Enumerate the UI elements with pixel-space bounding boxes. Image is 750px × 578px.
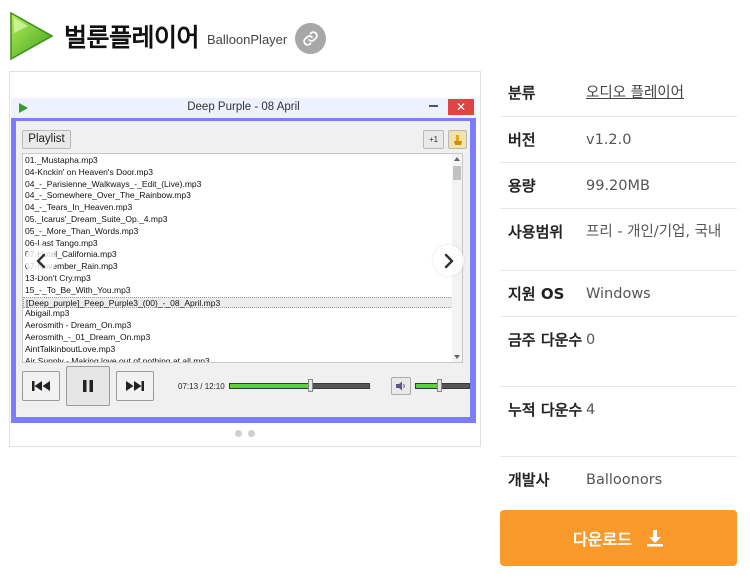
playlist-item[interactable]: 07-November_Rain.mp3: [23, 261, 453, 273]
open-folder-button[interactable]: [448, 130, 467, 149]
pause-button[interactable]: [66, 366, 110, 406]
pause-icon: [83, 380, 93, 392]
info-label: 분류: [508, 84, 536, 102]
app-title: 벌룬플레이어: [64, 23, 200, 52]
playlist-item[interactable]: 05._Icarus'_Dream_Suite_Op._4.mp3: [23, 214, 453, 226]
screenshot-gallery: Deep Purple - 08 April ✕ Playlist +1 01.…: [9, 71, 481, 447]
info-label: 개발사: [508, 471, 550, 489]
info-value: Balloonors: [586, 472, 663, 488]
player-titlebar: Deep Purple - 08 April ✕: [11, 98, 476, 118]
info-row: 용량 99.20MB: [500, 163, 737, 209]
skip-previous-icon: [32, 381, 50, 391]
player-client-area: Playlist +1 01._Mustapha.mp3 04-Knckin' o…: [16, 121, 470, 417]
gallery-dot[interactable]: [235, 430, 242, 437]
info-value: Windows: [586, 286, 651, 302]
volume-slider-thumb[interactable]: [436, 379, 442, 392]
playlist-item[interactable]: 13-Don't Cry.mp3: [23, 273, 453, 285]
info-value: 99.20MB: [586, 178, 650, 194]
download-label: 다운로드: [573, 530, 632, 549]
app-subtitle: BalloonPlayer: [207, 32, 288, 47]
gallery-pagination: [10, 430, 480, 437]
playlist-item[interactable]: 04-Knckin' on Heaven's Door.mp3: [23, 167, 453, 179]
chevron-left-icon: [36, 253, 45, 268]
playlist-item[interactable]: AintTalkinboutLove.mp3: [23, 344, 453, 356]
previous-track-button[interactable]: [22, 371, 60, 401]
playlist-item[interactable]: 04_-_Parisienne_Walkways_-_Edit_(Live).m…: [23, 179, 453, 191]
seek-slider[interactable]: [229, 379, 370, 392]
playlist-item[interactable]: 15_-_To_Be_With_You.mp3: [23, 285, 453, 297]
playlist-item[interactable]: 05_-_More_Than_Words.mp3: [23, 226, 453, 238]
info-value: v1.2.0: [586, 132, 632, 148]
next-track-button[interactable]: [116, 371, 154, 401]
playlist-item[interactable]: 04_-_Tears_In_Heaven.mp3: [23, 202, 453, 214]
scroll-down-icon[interactable]: [454, 355, 460, 359]
player-window: Deep Purple - 08 April ✕ Playlist +1 01.…: [11, 98, 476, 423]
playlist-item[interactable]: Air Supply - Making love out of nothing …: [23, 356, 453, 362]
gallery-prev-button[interactable]: [25, 245, 56, 276]
playlist-item[interactable]: Aerosmith - Dream_On.mp3: [23, 320, 453, 332]
playlist-item[interactable]: Abigail.mp3: [23, 308, 453, 320]
chevron-right-icon: [444, 253, 453, 268]
info-label: 사용범위: [508, 223, 564, 241]
playlist-item[interactable]: 07-Hotel_California.mp3: [23, 249, 453, 261]
playlist-item[interactable]: Aerosmith_-_01_Dream_On.mp3: [23, 332, 453, 344]
category-link[interactable]: 오디오 플레이어: [586, 81, 737, 116]
playlist-panel: 01._Mustapha.mp3 04-Knckin' on Heaven's D…: [22, 153, 463, 363]
gallery-next-button[interactable]: [433, 245, 464, 276]
info-row: 사용범위 프리 - 개인/기업, 국내: [500, 209, 737, 271]
seek-progress-fill: [230, 384, 311, 388]
info-label: 용량: [508, 177, 536, 195]
close-icon[interactable]: ✕: [448, 99, 474, 115]
folder-icon: [453, 134, 462, 145]
playlist-item[interactable]: 04_-_Somewhere_Over_The_Rainbow.mp3: [23, 190, 453, 202]
seek-slider-thumb[interactable]: [307, 379, 313, 392]
info-label: 버전: [508, 131, 536, 149]
download-button[interactable]: 다운로드: [500, 510, 737, 566]
playlist-list: 01._Mustapha.mp3 04-Knckin' on Heaven's D…: [23, 154, 453, 362]
info-value: 프리 - 개인/기업, 국내: [586, 224, 722, 240]
info-row: 누적 다운수 4: [500, 387, 737, 457]
playlist-item[interactable]: 01._Mustapha.mp3: [23, 155, 453, 167]
info-label: 금주 다운수: [508, 331, 583, 349]
playlist-item[interactable]: [Deep_purple]_Peep_Purple3_(00)_-_08_Apr…: [23, 296, 453, 309]
minimize-icon[interactable]: [429, 105, 438, 107]
scroll-up-icon[interactable]: [454, 157, 460, 161]
mute-button[interactable]: [391, 377, 411, 395]
scrollbar-thumb[interactable]: [453, 166, 461, 180]
speaker-icon: [396, 381, 405, 391]
info-value: 0: [586, 332, 596, 348]
link-icon: [303, 30, 318, 46]
volume-slider[interactable]: [415, 379, 470, 392]
playlist-button[interactable]: Playlist: [22, 130, 71, 149]
info-label: 누적 다운수: [508, 401, 583, 419]
info-row: 개발사 Balloonors: [500, 457, 737, 503]
info-row: 지원 OS Windows: [500, 271, 737, 317]
app-header: 벌룬플레이어 BalloonPlayer: [8, 10, 748, 62]
skip-next-icon: [126, 381, 144, 391]
share-link-button[interactable]: [295, 22, 327, 54]
time-readout: 07:13 / 12:10: [178, 382, 225, 391]
software-info-table: 분류 오디오 플레이어버전 v1.2.0 용량 99.20MB 사용범위 프리 - 개인/기…: [500, 70, 737, 503]
info-label: 지원 OS: [508, 285, 565, 303]
player-window-title: Deep Purple - 08 April: [187, 101, 300, 113]
info-row: 분류 오디오 플레이어: [500, 70, 737, 117]
info-row: 버전 v1.2.0: [500, 117, 737, 163]
info-row: 금주 다운수 0: [500, 317, 737, 387]
playlist-item[interactable]: 06-Last Tango.mp3: [23, 238, 453, 250]
green-play-triangle-icon: [10, 11, 54, 61]
download-icon: [646, 529, 664, 547]
gallery-dot[interactable]: [248, 430, 255, 437]
info-value: 4: [586, 402, 596, 418]
add-track-button[interactable]: +1: [423, 130, 444, 149]
